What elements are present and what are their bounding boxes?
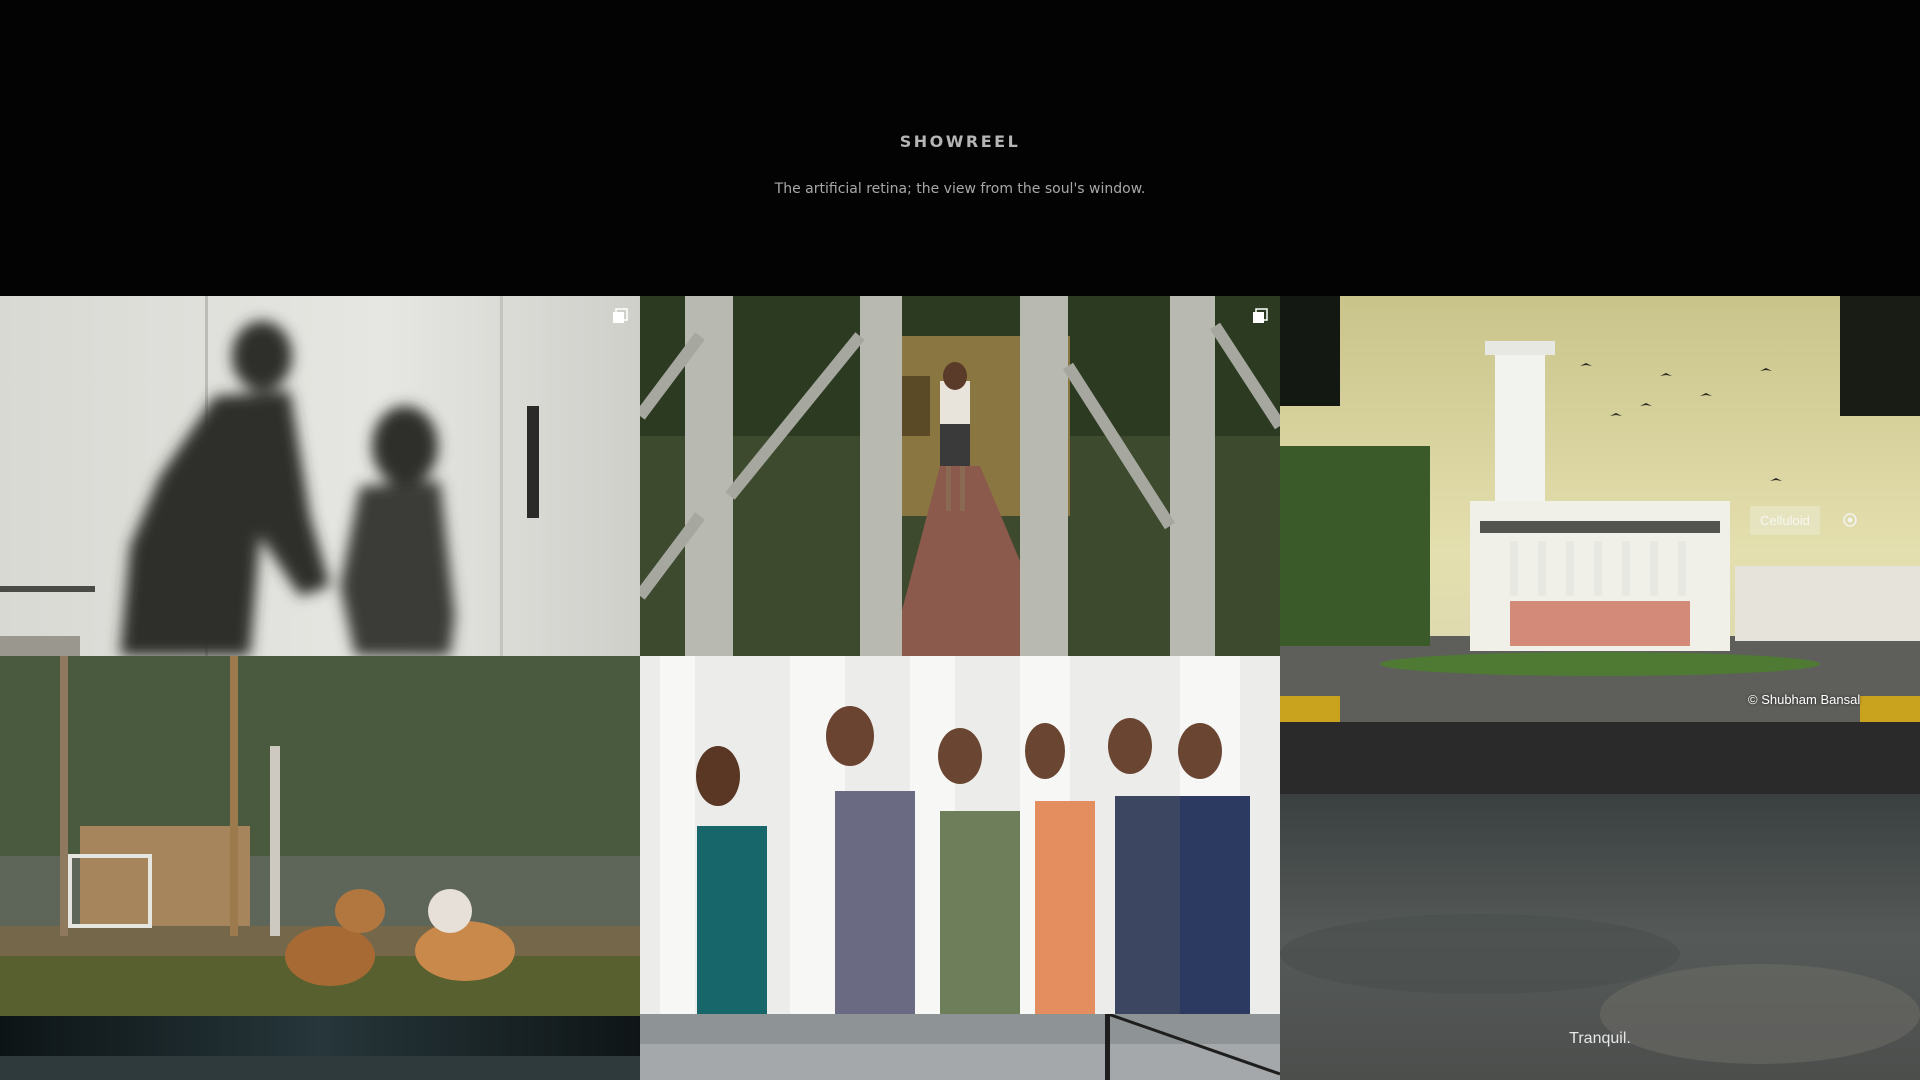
photo-tile-puppies[interactable]: [0, 656, 640, 1016]
photo-tile-silhouettes[interactable]: [0, 296, 640, 656]
photo-partial-center: [640, 1014, 1280, 1080]
gallery-stack-icon: [613, 308, 628, 323]
photo-tile-gate[interactable]: [640, 296, 1280, 656]
photo-tile-building[interactable]: Celluloid © Shubham Bansal: [1280, 296, 1920, 722]
photo-credit: © Shubham Bansal: [1748, 692, 1861, 707]
gallery-stack-icon: [1253, 308, 1268, 323]
page-title: SHOWREEL: [899, 132, 1021, 151]
photo-gate: [640, 296, 1280, 656]
photo-spacer: [1280, 722, 1920, 794]
photo-tile-friends[interactable]: [640, 656, 1280, 1014]
gallery-header: SHOWREEL The artificial retina; the view…: [0, 0, 1920, 296]
photo-building: [1280, 296, 1920, 722]
photo-caption-label: Celluloid: [1750, 506, 1820, 535]
photo-puppies: [0, 656, 640, 1016]
target-icon[interactable]: [1842, 512, 1858, 528]
photo-friends: [640, 656, 1280, 1014]
photo-tile-sky[interactable]: Tranquil.: [1280, 794, 1920, 1080]
photo-silhouettes: [0, 296, 640, 656]
photo-tile-partial-left[interactable]: [0, 1016, 640, 1080]
page-tagline: The artificial retina; the view from the…: [774, 181, 1146, 197]
photo-partial-left: [0, 1016, 640, 1080]
photo-caption-label: Tranquil.: [1569, 1030, 1631, 1047]
photo-tile-partial-center[interactable]: [640, 1014, 1280, 1080]
